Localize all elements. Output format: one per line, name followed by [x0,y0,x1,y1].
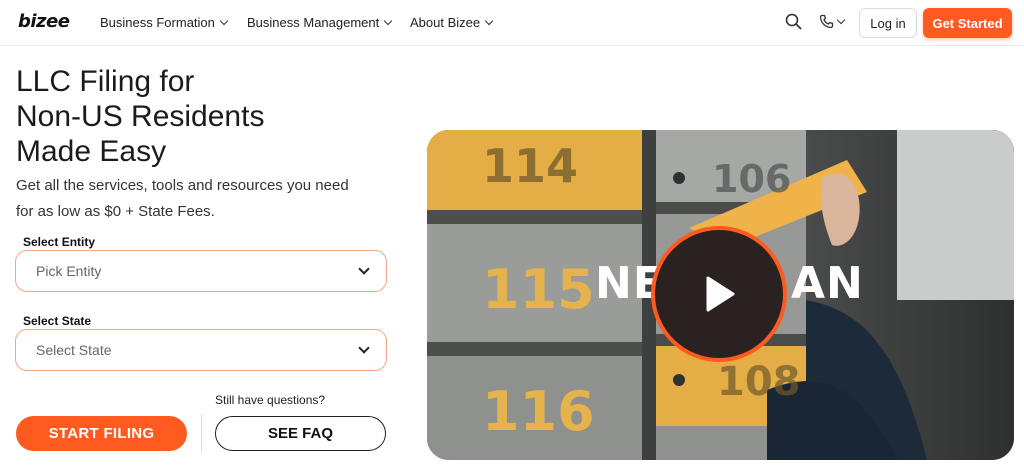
phone-menu[interactable] [819,14,846,29]
chevron-down-icon [358,263,370,275]
menu-business-formation[interactable]: Business Formation [100,15,229,30]
video-player[interactable]: 114 106 115 116 108 NE AN [427,130,1014,460]
state-select-placeholder: Select State [36,342,112,358]
chevron-down-icon [219,16,229,26]
phone-icon [819,14,834,29]
menu-label: Business Formation [100,15,215,30]
state-label: Select State [23,314,92,328]
entity-select-placeholder: Pick Entity [36,263,102,279]
title-line: Made Easy [16,135,167,168]
page-title: LLC Filing for Non-US Residents Made Eas… [16,64,336,169]
svg-text:116: 116 [482,380,595,443]
menu-label: About Bizee [410,15,481,30]
login-button[interactable]: Log in [859,8,917,38]
start-filing-button[interactable]: START FILING [16,416,187,451]
entity-select[interactable]: Pick Entity [15,250,387,292]
title-line: LLC Filing for [16,65,195,98]
menu-label: Business Management [247,15,380,30]
search-icon[interactable] [785,13,802,35]
subtitle-line: Get all the services, tools and resource… [16,177,349,194]
hero-subtitle: Get all the services, tools and resource… [16,173,376,225]
divider [201,414,202,452]
chevron-down-icon [836,15,846,25]
subtitle-line: for as low as $0 + State Fees. [16,203,215,220]
chevron-down-icon [484,16,494,26]
see-faq-button[interactable]: SEE FAQ [215,416,386,451]
video-overlay-text-right: AN [791,258,864,309]
get-started-button[interactable]: Get Started [923,8,1012,38]
svg-text:114: 114 [482,139,578,193]
chevron-down-icon [384,16,393,26]
menu-business-management[interactable]: Business Management [247,15,393,30]
svg-text:115: 115 [482,258,595,321]
top-navigation: bizee Business Formation Business Manage… [0,0,1024,46]
svg-text:106: 106 [712,157,791,201]
play-icon [706,276,735,312]
bizee-logo[interactable]: bizee [18,11,70,32]
still-have-questions-text: Still have questions? [215,393,326,407]
play-button[interactable] [651,226,787,362]
svg-text:108: 108 [717,359,801,405]
entity-label: Select Entity [23,235,96,249]
chevron-down-icon [358,342,370,354]
menu-about-bizee[interactable]: About Bizee [410,15,494,30]
title-line: Non-US Residents [16,100,265,133]
state-select[interactable]: Select State [15,329,387,371]
